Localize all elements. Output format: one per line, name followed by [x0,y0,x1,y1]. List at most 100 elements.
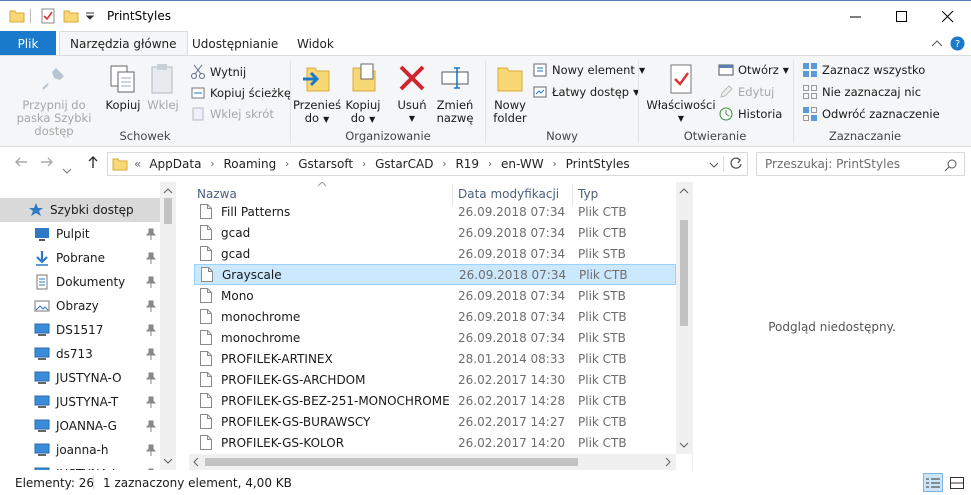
recent-locations-button[interactable] [62,160,72,178]
paste-shortcut-button[interactable]: Wklej skrót [190,104,274,124]
scroll-down-icon[interactable] [676,438,692,452]
table-row[interactable]: monochrome 26.09.2018 07:34 Plik STB [194,327,676,348]
table-row[interactable]: monochrome 26.09.2018 07:34 Plik CTB [194,306,676,327]
back-button[interactable] [14,155,28,173]
table-row[interactable]: Grayscale 26.09.2018 07:34 Plik CTB [194,264,676,285]
maximize-button[interactable] [879,1,925,32]
table-row[interactable]: gcad 26.09.2018 07:34 Plik CTB [194,222,676,243]
new-item-button[interactable]: Nowy element ▼ [532,60,645,80]
details-view-button[interactable] [923,473,943,492]
pin-icon[interactable] [146,348,156,360]
scroll-right-icon[interactable] [661,454,675,470]
table-row[interactable]: PROFILEK-GS-BURAWSCY 26.02.2017 14:27 Plik… [194,411,676,432]
tab-share[interactable]: Udostępnianie [192,31,278,56]
breadcrumb-item[interactable]: GstarCAD [375,157,433,171]
large-icons-view-button[interactable] [947,473,967,492]
pin-icon[interactable] [146,444,156,456]
scroll-up-icon[interactable] [160,184,176,198]
minimize-button[interactable] [833,1,879,32]
breadcrumb-separator-icon[interactable]: › [442,159,446,170]
pin-icon[interactable] [146,300,156,312]
new-folder-button[interactable]: Nowy folder [490,62,530,125]
move-to-button[interactable]: Przenieś do ▼ [293,62,341,126]
tab-home[interactable]: Narzędzia główne [59,31,188,56]
scroll-left-icon[interactable] [189,454,203,470]
sidebar-item[interactable]: DS1517 [0,318,160,342]
new-folder-icon[interactable] [63,8,79,24]
table-row[interactable]: PROFILEK-GS-KOLOR 26.02.2017 14:20 Plik CT… [194,432,676,453]
sidebar-item[interactable]: ds713 [0,342,160,366]
file-list-vertical-scrollbar[interactable] [676,182,692,454]
properties-button[interactable]: Właściwości ▼ [646,62,716,125]
select-all-button[interactable]: Zaznacz wszystko [802,60,925,80]
sidebar-item[interactable]: joanna-h [0,438,160,462]
invert-selection-button[interactable]: Odwróć zaznaczenie [802,104,940,124]
sidebar-item[interactable]: JUSTYNA-O [0,366,160,390]
breadcrumb-item[interactable]: AppData [149,157,201,171]
search-input[interactable]: Przeszukaj: PrintStyles [756,152,965,176]
table-row[interactable]: gcad 26.09.2018 07:34 Plik STB [194,243,676,264]
breadcrumb-item[interactable]: Gstarsoft [298,157,353,171]
sidebar-item[interactable]: Dokumenty [0,270,160,294]
address-history-dropdown[interactable] [709,158,719,172]
folder-icon[interactable] [9,8,25,24]
pin-icon[interactable] [146,324,156,336]
properties-icon[interactable] [40,8,56,24]
sidebar-item[interactable]: Pulpit [0,222,160,246]
sidebar-item[interactable]: JUSTYNA-T [0,390,160,414]
history-button[interactable]: Historia [718,104,782,124]
pin-icon[interactable] [146,420,156,432]
open-button[interactable]: Otwórz ▼ [718,60,789,80]
file-list-horizontal-scrollbar[interactable] [189,454,676,470]
forward-button[interactable] [40,155,54,173]
sidebar-item[interactable]: Szybki dostęp [0,198,160,222]
delete-button[interactable]: Usuń ▼ [392,62,432,125]
table-row[interactable]: PROFILEK-GS-ARCHDOM 26.02.2017 14:30 Plik … [194,369,676,390]
copy-button[interactable]: Kopiuj [106,62,141,112]
breadcrumb-overflow[interactable]: « [134,157,141,171]
breadcrumb-separator-icon[interactable]: › [488,159,492,170]
pin-quick-access-button[interactable]: Przypnij do paska Szybki dostęp [4,62,104,138]
sidebar-item[interactable]: JUSTYNA-L [0,462,160,470]
breadcrumb-item[interactable]: Roaming [223,157,276,171]
pin-icon[interactable] [146,372,156,384]
sidebar-item[interactable]: Obrazy [0,294,160,318]
breadcrumb-separator-icon[interactable]: › [285,159,289,170]
cut-button[interactable]: Wytnij [190,62,246,82]
close-button[interactable] [925,1,971,32]
file-list-scrollbar-thumb[interactable] [680,220,688,326]
sidebar-item[interactable]: JOANNA-G [0,414,160,438]
easy-access-button[interactable]: Łatwy dostęp ▼ [532,82,639,102]
collapse-ribbon-icon[interactable] [931,39,943,47]
breadcrumb-item[interactable]: R19 [455,157,479,171]
column-header-type[interactable]: Typ [578,187,598,201]
scroll-up-icon[interactable] [676,184,692,198]
pin-icon[interactable] [146,396,156,408]
breadcrumb-item[interactable]: en-WW [501,157,544,171]
table-row[interactable]: PROFILEK-GS-BEZ-251-MONOCHROME 26.02.2017… [194,390,676,411]
column-header-date[interactable]: Data modyfikacji [458,187,559,201]
copy-path-button[interactable]: Kopiuj ścieżkę [190,83,291,103]
up-button[interactable] [86,155,100,173]
breadcrumb-item[interactable]: PrintStyles [566,157,630,171]
column-header-name[interactable]: Nazwa [197,187,237,201]
breadcrumb-separator-icon[interactable]: › [362,159,366,170]
pin-icon[interactable] [146,228,156,240]
pin-icon[interactable] [146,252,156,264]
scroll-down-icon[interactable] [160,454,176,468]
edit-button[interactable]: Edytuj [718,82,774,102]
table-row[interactable]: PROFILEK-ARTINEX 28.01.2014 08:33 Plik CTB [194,348,676,369]
sidebar-item[interactable]: Pobrane [0,246,160,270]
tab-view[interactable]: Widok [297,31,334,56]
help-icon[interactable]: ? [950,36,965,51]
select-none-button[interactable]: Nie zaznaczaj nic [802,82,921,102]
rename-button[interactable]: Zmień nazwę [435,62,475,125]
table-row[interactable]: Fill Patterns 26.09.2018 07:34 Plik CTB [194,201,676,222]
paste-button[interactable]: Wklej [146,62,180,112]
address-bar[interactable]: « AppData › Roaming › Gstarsoft › GstarCAD › R19… [107,152,748,176]
horizontal-scrollbar-thumb[interactable] [205,458,578,466]
refresh-button[interactable] [723,156,743,172]
nav-scrollbar-thumb[interactable] [164,198,172,224]
copy-to-button[interactable]: Kopiuj do ▼ [343,62,383,126]
pin-icon[interactable] [146,276,156,288]
